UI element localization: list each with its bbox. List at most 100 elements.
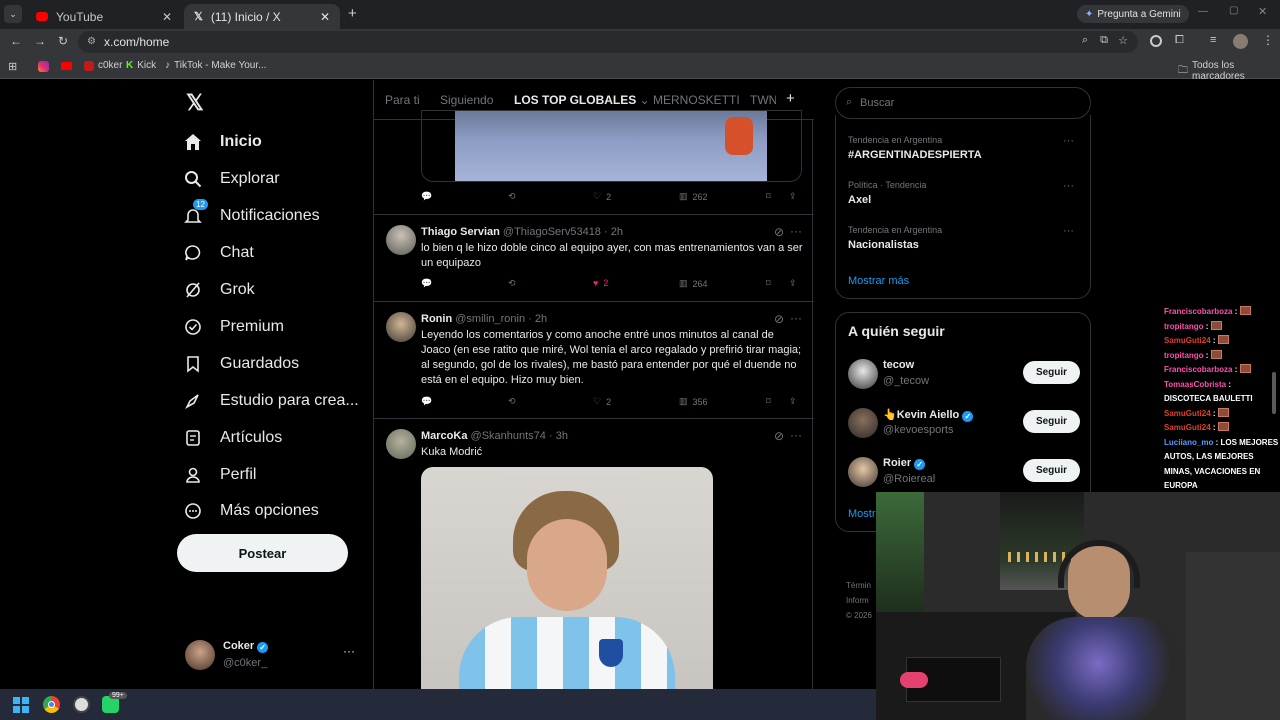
avatar[interactable]: [386, 312, 416, 342]
footer-terms[interactable]: Términ: [846, 578, 872, 593]
nav-bookmarks[interactable]: Guardados: [182, 349, 299, 379]
nav-premium[interactable]: Premium: [182, 312, 284, 342]
grok-icon[interactable]: ⊘: [774, 225, 784, 239]
more-icon[interactable]: ···: [1063, 135, 1074, 147]
x-logo-icon[interactable]: 𝕏: [186, 90, 204, 116]
follow-button[interactable]: Seguir: [1023, 459, 1080, 482]
nav-notifications[interactable]: 12 Notificaciones: [182, 199, 320, 231]
extensions-puzzle-icon[interactable]: ⧠: [1175, 34, 1184, 47]
bookmark-icon[interactable]: ⌑: [766, 191, 771, 202]
add-tab-icon[interactable]: +: [786, 90, 795, 107]
views-button[interactable]: ▥ 264: [679, 278, 708, 289]
nav-chat[interactable]: Chat: [182, 238, 254, 268]
page-scrollbar[interactable]: [1272, 372, 1276, 414]
tab-mernosketti[interactable]: MERNOSKETTI: [653, 93, 740, 107]
minimize-icon[interactable]: —: [1198, 6, 1208, 17]
avatar[interactable]: [848, 457, 878, 487]
new-tab-button[interactable]: +: [348, 5, 357, 22]
share-icon[interactable]: ⇪: [789, 278, 797, 289]
install-icon[interactable]: ⧉: [1100, 34, 1108, 47]
like-button[interactable]: ♥ 2: [593, 278, 608, 288]
account-more-icon[interactable]: ···: [343, 644, 355, 658]
tweet-previous[interactable]: 💬 ⟲ ♡ 2 ▥ 262 ⌑ ⇪: [374, 110, 814, 215]
repost-icon[interactable]: ⟲: [508, 191, 516, 202]
youtube-bookmark-icon[interactable]: [61, 62, 72, 70]
trend-item[interactable]: Tendencia en Argentina Nacionalistas ···: [848, 225, 1080, 251]
account-switcher[interactable]: Coker ✓ @c0ker_ ···: [185, 640, 365, 672]
author-name[interactable]: Thiago Servian: [421, 226, 500, 238]
reload-icon[interactable]: ↻: [58, 34, 68, 48]
follow-suggestion[interactable]: Roier ✓ @Roiereal Seguir: [848, 455, 1080, 491]
bookmark-icon[interactable]: ⌑: [766, 278, 771, 289]
bookmark-icon[interactable]: ⌑: [766, 396, 771, 407]
tab-x-home[interactable]: 𝕏 (11) Inicio / X ✕: [184, 4, 340, 29]
like-button[interactable]: ♡ 2: [593, 396, 611, 407]
instagram-icon[interactable]: [38, 61, 49, 72]
close-tab-icon[interactable]: ✕: [162, 10, 172, 24]
follow-button[interactable]: Seguir: [1023, 410, 1080, 433]
tab-for-you[interactable]: Para ti: [385, 93, 420, 107]
chrome-icon[interactable]: [43, 696, 60, 713]
repost-icon[interactable]: ⟲: [508, 396, 516, 407]
tweet-photo[interactable]: [421, 467, 713, 690]
avatar[interactable]: [848, 408, 878, 438]
chat-username[interactable]: Luciiano_mo: [1164, 438, 1213, 447]
more-icon[interactable]: ···: [790, 428, 802, 442]
more-icon[interactable]: ···: [790, 311, 802, 325]
close-window-icon[interactable]: ✕: [1258, 5, 1267, 18]
address-bar[interactable]: ⚙ x.com/home ⌕ ⧉ ☆: [78, 31, 1138, 53]
grok-icon[interactable]: ⊘: [774, 312, 784, 326]
tweet[interactable]: Ronin @smilin_ronin · 2h ⊘ ··· Leyendo l…: [374, 302, 814, 419]
chat-username[interactable]: TomaasCobrista: [1164, 380, 1226, 389]
author-handle[interactable]: @Skanhunts74: [471, 430, 546, 442]
author-handle[interactable]: @smilin_ronin: [455, 313, 525, 325]
chat-username[interactable]: SamuGuti24: [1164, 336, 1211, 345]
chat-username[interactable]: SamuGuti24: [1164, 423, 1211, 432]
repost-icon[interactable]: ⟲: [508, 278, 516, 289]
media-image[interactable]: [455, 111, 767, 181]
share-icon[interactable]: ⇪: [789, 396, 797, 407]
chat-username[interactable]: tropitango: [1164, 351, 1204, 360]
bookmark-kick[interactable]: K Kick: [126, 60, 156, 71]
site-info-icon[interactable]: ⚙: [87, 36, 96, 47]
nav-home[interactable]: Inicio: [182, 127, 262, 157]
windows-start-icon[interactable]: [13, 697, 29, 713]
obs-icon[interactable]: [73, 696, 90, 713]
all-bookmarks-folder[interactable]: 🗀 Todos los marcadores: [1178, 60, 1280, 82]
nav-profile[interactable]: Perfil: [182, 460, 256, 490]
follow-suggestion[interactable]: 👆Kevin Aiello ✓ @kevoesports Seguir: [848, 406, 1080, 442]
apps-grid-icon[interactable]: ⊞: [8, 60, 17, 73]
reply-icon[interactable]: 💬: [421, 191, 432, 202]
author-handle[interactable]: @ThiagoServ53418: [503, 226, 601, 238]
follow-button[interactable]: Seguir: [1023, 361, 1080, 384]
bookmark-tiktok[interactable]: ♪ TikTok - Make Your...: [165, 60, 266, 71]
tab-youtube[interactable]: YouTube ✕: [26, 4, 182, 29]
chat-username[interactable]: Franciscobarboza: [1164, 307, 1232, 316]
tab-following[interactable]: Siguiendo: [440, 93, 493, 107]
tab-top-globales[interactable]: LOS TOP GLOBALES ⌄: [514, 93, 650, 107]
avatar[interactable]: [848, 359, 878, 389]
zoom-icon[interactable]: ⌕: [1082, 34, 1088, 47]
profile-avatar[interactable]: [1233, 34, 1248, 49]
chat-username[interactable]: SamuGuti24: [1164, 409, 1211, 418]
extension-icon[interactable]: [1150, 35, 1162, 47]
author-name[interactable]: Ronin: [421, 313, 452, 325]
bookmark-star-icon[interactable]: ☆: [1118, 34, 1128, 47]
share-icon[interactable]: ⇪: [789, 191, 797, 202]
media-icon[interactable]: ≡: [1210, 34, 1216, 46]
avatar[interactable]: [386, 225, 416, 255]
like-button[interactable]: ♡ 2: [593, 191, 611, 202]
nav-more-options[interactable]: Más opciones: [182, 496, 319, 526]
gemini-button[interactable]: ✦ Pregunta a Gemini: [1077, 5, 1189, 23]
more-icon[interactable]: ···: [790, 224, 802, 238]
more-icon[interactable]: ···: [1063, 180, 1074, 192]
show-more-link[interactable]: Mostrar más: [848, 275, 909, 287]
nav-explore[interactable]: Explorar: [182, 164, 280, 194]
tab-twn[interactable]: TWN: [750, 93, 776, 107]
maximize-icon[interactable]: ▢: [1229, 5, 1238, 16]
nav-grok[interactable]: Grok: [182, 275, 255, 305]
views-button[interactable]: ▥ 356: [679, 396, 708, 407]
close-tab-icon[interactable]: ✕: [320, 10, 330, 24]
chat-username[interactable]: Franciscobarboza: [1164, 365, 1232, 374]
show-more-link[interactable]: Mostr: [848, 508, 876, 520]
